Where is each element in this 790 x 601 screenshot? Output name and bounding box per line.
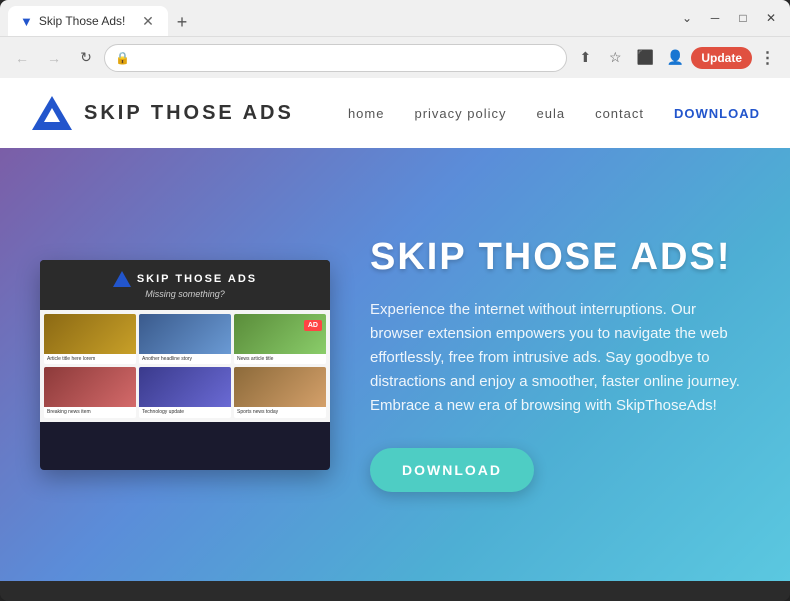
toolbar-actions: ⬆ ☆ ⬛ 👤 Update ⋮ [571, 44, 782, 72]
site-header: SKIP THOSE ADS Home Privacy Policy EULA … [0, 78, 790, 148]
back-button[interactable]: ← [8, 44, 36, 72]
card-image-1 [44, 314, 136, 354]
extensions-icon[interactable]: ⬛ [631, 44, 659, 72]
screenshot-triangle-icon [113, 271, 131, 287]
logo-text: SKIP THOSE ADS [84, 102, 294, 125]
new-tab-button[interactable]: + [168, 8, 196, 36]
nav-privacy-policy[interactable]: Privacy Policy [414, 106, 506, 121]
screenshot-card-4: Breaking news item [44, 367, 136, 418]
bottom-bar [0, 581, 790, 601]
card-image-2 [139, 314, 231, 354]
hero-description: Experience the internet without interrup… [370, 298, 750, 418]
hero-section: SKIP THOSE ADS Missing something? Articl… [0, 148, 790, 581]
nav-eula[interactable]: EULA [537, 106, 566, 121]
screenshot-card-1: Article title here lorem [44, 314, 136, 365]
title-bar-controls: ⌄ ─ □ ✕ [676, 7, 782, 29]
nav-download[interactable]: DOWNLOAD [674, 106, 760, 121]
tab-close-button[interactable]: ✕ [140, 13, 156, 29]
toolbar: ← → ↻ 🔒 ⬆ ☆ ⬛ 👤 Update ⋮ [0, 36, 790, 78]
close-button[interactable]: ✕ [760, 7, 782, 29]
update-button[interactable]: Update [691, 47, 752, 69]
card-image-6 [234, 367, 326, 407]
card-image-4 [44, 367, 136, 407]
profile-icon[interactable]: 👤 [661, 44, 689, 72]
site-logo: SKIP THOSE ADS [30, 94, 294, 132]
reload-button[interactable]: ↻ [72, 44, 100, 72]
hero-image: SKIP THOSE ADS Missing something? Articl… [40, 260, 330, 470]
bookmark-icon[interactable]: ☆ [601, 44, 629, 72]
hero-screenshot: SKIP THOSE ADS Missing something? Articl… [40, 260, 330, 470]
nav-home[interactable]: Home [348, 106, 385, 121]
hero-title: SKIP THOSe ADS! [370, 237, 750, 279]
hero-download-button[interactable]: DOWNLOAD [370, 448, 534, 492]
screenshot-card-2: Another headline story [139, 314, 231, 365]
maximize-button[interactable]: □ [732, 7, 754, 29]
address-bar[interactable]: 🔒 [104, 44, 567, 72]
website-content: SKIP THOSE ADS Home Privacy Policy EULA … [0, 78, 790, 581]
share-icon[interactable]: ⬆ [571, 44, 599, 72]
screenshot-logo: SKIP THOSE ADS [113, 271, 257, 287]
screenshot-card-5: Technology update [139, 367, 231, 418]
screenshot-body: Article title here lorem Another headlin… [40, 310, 330, 422]
screenshot-header: SKIP THOSE ADS Missing something? [40, 260, 330, 310]
menu-button[interactable]: ⋮ [754, 44, 782, 72]
forward-button[interactable]: → [40, 44, 68, 72]
card-image-5 [139, 367, 231, 407]
ad-badge: AD [304, 320, 322, 331]
browser-tab[interactable]: ▼ Skip Those Ads! ✕ [8, 6, 168, 36]
tab-title: Skip Those Ads! [39, 14, 126, 28]
browser-window: ▼ Skip Those Ads! ✕ + ⌄ ─ □ ✕ ← → ↻ 🔒 ⬆ … [0, 0, 790, 601]
lock-icon: 🔒 [115, 51, 130, 65]
site-nav: Home Privacy Policy EULA Contact DOWNLOA… [348, 106, 760, 121]
logo-icon [30, 94, 74, 132]
tab-area: ▼ Skip Those Ads! ✕ + [8, 0, 196, 36]
title-bar: ▼ Skip Those Ads! ✕ + ⌄ ─ □ ✕ [0, 0, 790, 36]
hero-text: SKIP THOSe ADS! Experience the internet … [370, 237, 750, 493]
minimize-button[interactable]: ─ [704, 7, 726, 29]
chevron-down-icon[interactable]: ⌄ [676, 7, 698, 29]
screenshot-title: SKIP THOSE ADS [137, 273, 257, 285]
nav-contact[interactable]: Contact [595, 106, 644, 121]
screenshot-subtitle: Missing something? [145, 289, 225, 299]
screenshot-card-6: Sports news today [234, 367, 326, 418]
tab-favicon: ▼ [20, 14, 33, 29]
